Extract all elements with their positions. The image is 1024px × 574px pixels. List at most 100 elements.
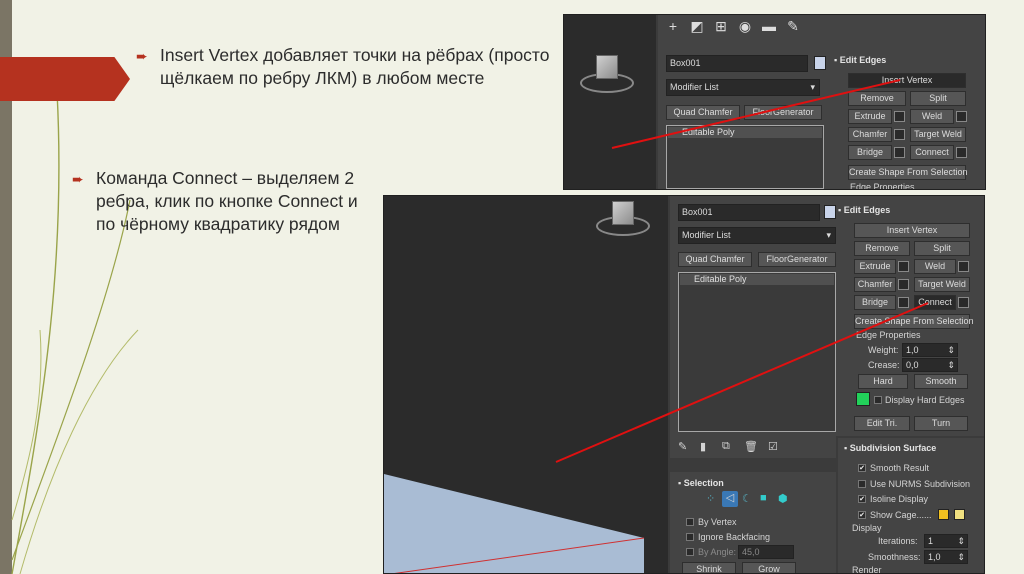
remove-button[interactable]: Remove	[848, 91, 906, 106]
bridge-settings-button[interactable]	[894, 147, 905, 158]
smoothness-spinner[interactable]: 1,0 ⇕	[924, 550, 968, 564]
create-shape-button[interactable]: Create Shape From Selection	[848, 165, 968, 180]
box-object[interactable]	[384, 466, 668, 574]
grow-button[interactable]: Grow	[742, 562, 796, 573]
weld-settings-button[interactable]	[958, 261, 969, 272]
extrude-settings-button[interactable]	[898, 261, 909, 272]
viewcube-icon[interactable]	[596, 55, 618, 79]
remove-modifier-icon[interactable]: 🗑	[744, 440, 758, 453]
display-hard-edges-checkbox[interactable]	[874, 396, 882, 404]
by-angle-checkbox[interactable]	[686, 548, 694, 556]
display-tab-icon[interactable]: ▬	[760, 17, 778, 35]
smooth-result-label: Smooth Result	[870, 463, 930, 473]
connect-button[interactable]: Connect	[910, 145, 954, 160]
floor-generator-button[interactable]: FloorGenerator	[744, 105, 822, 120]
quad-chamfer-button[interactable]: Quad Chamfer	[666, 105, 740, 120]
by-angle-spinner[interactable]: 45,0	[738, 545, 794, 559]
weld-button[interactable]: Weld	[914, 259, 956, 274]
modifier-list-dropdown[interactable]: Modifier List ▾	[678, 227, 836, 244]
polygon-mode-icon[interactable]: ■	[760, 492, 767, 504]
border-mode-icon[interactable]: ☾	[742, 492, 752, 505]
show-cage-label: Show Cage......	[870, 510, 932, 520]
show-end-result-icon[interactable]: ▮	[700, 440, 706, 453]
selection-rollout: ▪ Selection ⁘ ◁ ☾ ■ ⬢ By Vertex Ignore B…	[670, 472, 836, 573]
chamfer-button[interactable]: Chamfer	[854, 277, 896, 292]
crease-spinner[interactable]: 0,0 ⇕	[902, 358, 958, 372]
object-color-swatch[interactable]	[814, 56, 826, 70]
extrude-button[interactable]: Extrude	[854, 259, 896, 274]
extrude-settings-button[interactable]	[894, 111, 905, 122]
viewcube-icon[interactable]	[612, 201, 634, 225]
chamfer-settings-button[interactable]	[894, 129, 905, 140]
section-selection[interactable]: ▪ Selection	[678, 478, 724, 488]
extrude-button[interactable]: Extrude	[848, 109, 892, 124]
modifier-list-dropdown[interactable]: Modifier List ▾	[666, 79, 820, 96]
isoline-display-checkbox[interactable]: ✔	[858, 495, 866, 503]
hierarchy-tab-icon[interactable]: ⊞	[712, 17, 730, 35]
weight-spinner[interactable]: 1,0 ⇕	[902, 343, 958, 357]
shrink-button[interactable]: Shrink	[682, 562, 736, 573]
chamfer-button[interactable]: Chamfer	[848, 127, 892, 142]
modifier-list-label: Modifier List	[682, 230, 731, 240]
connect-button[interactable]: Connect	[914, 295, 956, 310]
create-shape-button[interactable]: Create Shape From Selection	[854, 314, 974, 329]
section-subdivision-surface[interactable]: ▪ Subdivision Surface	[844, 443, 936, 453]
remove-button[interactable]: Remove	[854, 241, 910, 256]
by-angle-value: 45,0	[742, 547, 760, 557]
section-edit-edges[interactable]: ▪ Edit Edges	[838, 205, 890, 215]
make-unique-icon[interactable]: ⧉	[722, 440, 730, 453]
pin-stack-icon[interactable]: ✎	[678, 440, 687, 453]
subdivision-rollout: ▪ Subdivision Surface ✔ Smooth Result Us…	[838, 438, 984, 573]
connect-settings-button[interactable]	[958, 297, 969, 308]
vertex-mode-icon[interactable]: ⁘	[706, 492, 715, 505]
viewport[interactable]	[564, 15, 656, 189]
object-color-swatch[interactable]	[824, 205, 836, 219]
object-name-field[interactable]: Box001	[666, 55, 808, 72]
cage-color-swatch-2[interactable]	[954, 509, 965, 520]
split-button[interactable]: Split	[910, 91, 966, 106]
section-edit-edges[interactable]: ▪ Edit Edges	[834, 55, 886, 65]
insert-vertex-button[interactable]: Insert Vertex	[848, 73, 966, 88]
stack-item-editable-poly[interactable]: Editable Poly	[680, 274, 834, 285]
iterations-spinner[interactable]: 1 ⇕	[924, 534, 968, 548]
split-button[interactable]: Split	[914, 241, 970, 256]
connect-settings-button[interactable]	[956, 147, 967, 158]
chevron-down-icon: ▾	[826, 230, 831, 240]
insert-vertex-button[interactable]: Insert Vertex	[854, 223, 970, 238]
motion-tab-icon[interactable]: ◉	[736, 17, 754, 35]
bridge-button[interactable]: Bridge	[854, 295, 896, 310]
utilities-tab-icon[interactable]: ✎	[784, 17, 802, 35]
object-name-field[interactable]: Box001	[678, 204, 820, 221]
viewport[interactable]	[384, 196, 668, 574]
floor-generator-button[interactable]: FloorGenerator	[758, 252, 836, 267]
cage-color-swatch-1[interactable]	[938, 509, 949, 520]
target-weld-button[interactable]: Target Weld	[910, 127, 966, 142]
bridge-button[interactable]: Bridge	[848, 145, 892, 160]
bullet-connect-text: Команда Connect – выделяем 2 ребра, клик…	[96, 168, 358, 234]
target-weld-button[interactable]: Target Weld	[914, 277, 970, 292]
edit-tri-button[interactable]: Edit Tri.	[854, 416, 910, 431]
stack-item-editable-poly[interactable]: Editable Poly	[668, 127, 822, 138]
edge-mode-icon[interactable]: ◁	[722, 491, 738, 507]
hard-edge-color-swatch[interactable]	[856, 392, 870, 406]
weld-settings-button[interactable]	[956, 111, 967, 122]
show-cage-checkbox[interactable]: ✔	[858, 511, 866, 519]
bridge-settings-button[interactable]	[898, 297, 909, 308]
quad-chamfer-button[interactable]: Quad Chamfer	[678, 252, 752, 267]
by-vertex-checkbox[interactable]	[686, 518, 694, 526]
ignore-backfacing-checkbox[interactable]	[686, 533, 694, 541]
smooth-button[interactable]: Smooth	[914, 374, 968, 389]
turn-button[interactable]: Turn	[914, 416, 968, 431]
modify-tab-icon[interactable]: ◩	[688, 17, 706, 35]
use-nurms-checkbox[interactable]	[858, 480, 866, 488]
stack-item-label: Editable Poly	[682, 127, 735, 137]
create-tab-icon[interactable]: +	[664, 17, 682, 35]
chamfer-settings-button[interactable]	[898, 279, 909, 290]
hard-button[interactable]: Hard	[858, 374, 908, 389]
weight-label: Weight:	[868, 345, 899, 355]
element-mode-icon[interactable]: ⬢	[778, 492, 788, 505]
configure-sets-icon[interactable]: ☑	[768, 440, 778, 453]
smooth-result-checkbox[interactable]: ✔	[858, 464, 866, 472]
weld-button[interactable]: Weld	[910, 109, 954, 124]
weight-value: 1,0	[906, 345, 919, 355]
